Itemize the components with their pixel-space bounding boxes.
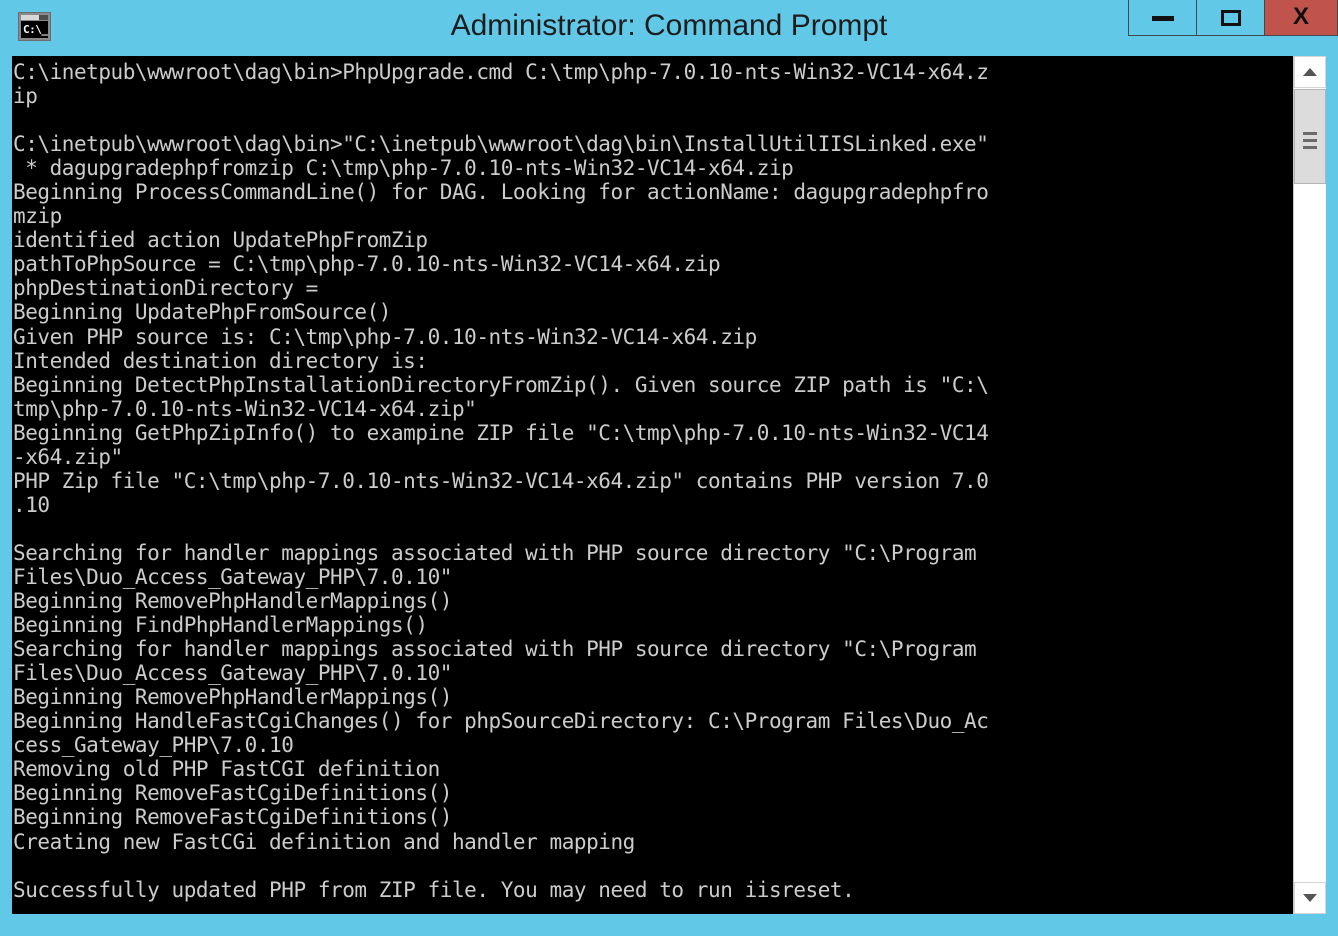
console-line: cess_Gateway_PHP\7.0.10	[13, 733, 294, 758]
console-line: mzip	[13, 204, 62, 229]
console-line: Beginning RemovePhpHandlerMappings()	[13, 685, 452, 710]
console-line: -x64.zip"	[13, 444, 123, 469]
console-line: Files\Duo_Access_Gateway_PHP\7.0.10"	[13, 564, 452, 589]
console-line: C:\inetpub\wwwroot\dag\bin>PhpUpgrade.cm…	[13, 60, 989, 84]
chevron-down-icon	[1303, 894, 1317, 902]
console-line: Searching for handler mappings associate…	[13, 540, 977, 565]
console-line: Removing old PHP FastCGI definition	[13, 757, 440, 782]
console-line: Beginning DetectPhpInstallationDirectory…	[13, 372, 989, 397]
console-frame: C:\inetpub\wwwroot\dag\bin>PhpUpgrade.cm…	[12, 56, 1326, 914]
scrollbar-thumb[interactable]	[1294, 89, 1326, 184]
console-line: PHP Zip file "C:\tmp\php-7.0.10-nts-Win3…	[13, 468, 989, 493]
console-line: Creating new FastCGi definition and hand…	[13, 829, 635, 854]
command-prompt-window: C:\_ Administrator: Command Prompt X C:\…	[0, 0, 1338, 936]
console-line: Beginning RemoveFastCgiDefinitions()	[13, 805, 452, 830]
console-line: Intended destination directory is:	[13, 348, 428, 373]
console-output[interactable]: C:\inetpub\wwwroot\dag\bin>PhpUpgrade.cm…	[12, 56, 1293, 914]
console-line: Beginning UpdatePhpFromSource()	[13, 300, 391, 325]
chevron-up-icon	[1303, 68, 1317, 76]
console-line: C:\inetpub\wwwroot\dag\bin>"C:\inetpub\w…	[13, 132, 989, 157]
icon-prompt-text: C:\_	[21, 21, 48, 38]
console-line: pathToPhpSource = C:\tmp\php-7.0.10-nts-…	[13, 252, 721, 277]
console-line: identified action UpdatePhpFromZip	[13, 228, 428, 253]
console-line: Successfully updated PHP from ZIP file. …	[13, 877, 855, 902]
scroll-up-button[interactable]	[1294, 56, 1326, 88]
close-icon: X	[1292, 3, 1309, 30]
grip-line	[1303, 146, 1317, 149]
console-line: Beginning RemovePhpHandlerMappings()	[13, 589, 452, 614]
console-line: tmp\php-7.0.10-nts-Win32-VC14-x64.zip"	[13, 396, 477, 421]
command-prompt-icon[interactable]: C:\_	[18, 12, 51, 41]
console-line: Beginning RemoveFastCgiDefinitions()	[13, 781, 452, 806]
console-line: Beginning ProcessCommandLine() for DAG. …	[13, 180, 989, 205]
console-line: Files\Duo_Access_Gateway_PHP\7.0.10"	[13, 661, 452, 686]
grip-line	[1303, 139, 1317, 142]
maximize-button[interactable]	[1196, 0, 1264, 36]
scroll-down-button[interactable]	[1294, 882, 1326, 914]
console-line: Beginning HandleFastCgiChanges() for php…	[13, 709, 989, 734]
grip-line	[1303, 132, 1317, 135]
console-line: Beginning GetPhpZipInfo() to exampine ZI…	[13, 420, 989, 445]
icon-dots	[39, 15, 48, 20]
console-line: .10	[13, 492, 50, 517]
console-line: * dagupgradephpfromzip C:\tmp\php-7.0.10…	[13, 156, 794, 181]
console-line: phpDestinationDirectory =	[13, 276, 318, 301]
console-scrollbar[interactable]	[1293, 56, 1326, 914]
minimize-button[interactable]	[1128, 0, 1196, 36]
console-line: ip	[13, 84, 38, 109]
console-line: Beginning FindPhpHandlerMappings()	[13, 613, 428, 638]
console-line: Searching for handler mappings associate…	[13, 637, 977, 662]
maximize-icon	[1220, 9, 1241, 26]
title-bar[interactable]: C:\_ Administrator: Command Prompt X	[0, 0, 1338, 56]
close-button[interactable]: X	[1264, 0, 1338, 36]
window-controls: X	[1128, 0, 1338, 36]
minimize-icon	[1151, 15, 1174, 21]
console-line: Given PHP source is: C:\tmp\php-7.0.10-n…	[13, 324, 757, 349]
